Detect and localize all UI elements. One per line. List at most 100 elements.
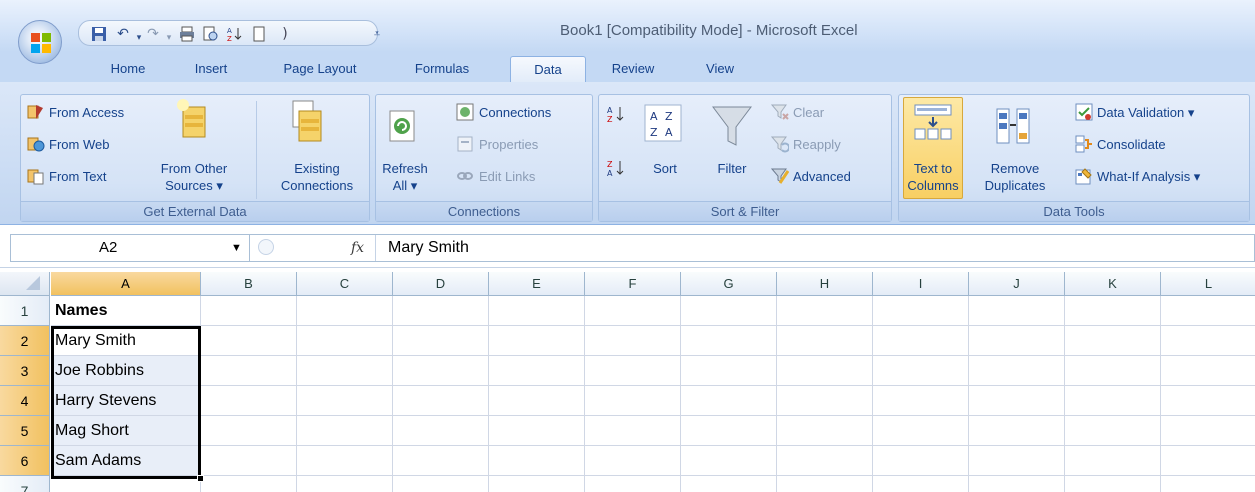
- cell-b1[interactable]: [201, 296, 297, 326]
- cell-j3[interactable]: [969, 356, 1065, 386]
- fill-handle[interactable]: [197, 475, 204, 482]
- cell-b5[interactable]: [201, 416, 297, 446]
- cell-l7[interactable]: [1161, 476, 1255, 492]
- cell-f2[interactable]: [585, 326, 681, 356]
- cell-g1[interactable]: [681, 296, 777, 326]
- cell-h4[interactable]: [777, 386, 873, 416]
- cell-h2[interactable]: [777, 326, 873, 356]
- row-header-7[interactable]: 7: [0, 476, 50, 492]
- consolidate-button[interactable]: Consolidate: [1097, 137, 1166, 152]
- cell-l1[interactable]: [1161, 296, 1255, 326]
- office-button[interactable]: [18, 20, 62, 64]
- cell-a7[interactable]: [51, 476, 201, 492]
- cell-h3[interactable]: [777, 356, 873, 386]
- cell-i2[interactable]: [873, 326, 969, 356]
- cell-c7[interactable]: [297, 476, 393, 492]
- row-header-1[interactable]: 1: [0, 296, 50, 326]
- cell-k1[interactable]: [1065, 296, 1161, 326]
- cell-k7[interactable]: [1065, 476, 1161, 492]
- cell-c3[interactable]: [297, 356, 393, 386]
- existing-connections-label-1[interactable]: Existing: [267, 161, 367, 176]
- cell-j5[interactable]: [969, 416, 1065, 446]
- cell-c1[interactable]: [297, 296, 393, 326]
- cell-h7[interactable]: [777, 476, 873, 492]
- cell-f6[interactable]: [585, 446, 681, 476]
- cell-h5[interactable]: [777, 416, 873, 446]
- from-web-button[interactable]: From Web: [49, 137, 109, 152]
- formula-bar-resize-icon[interactable]: [258, 239, 274, 255]
- column-header-l[interactable]: L: [1161, 272, 1255, 296]
- cell-c4[interactable]: [297, 386, 393, 416]
- name-box[interactable]: A2 ▼: [10, 234, 250, 262]
- undo-icon[interactable]: ↶: [115, 26, 131, 42]
- cell-l5[interactable]: [1161, 416, 1255, 446]
- tab-page-layout[interactable]: Page Layout: [272, 56, 368, 82]
- cell-g5[interactable]: [681, 416, 777, 446]
- cell-g3[interactable]: [681, 356, 777, 386]
- cell-b3[interactable]: [201, 356, 297, 386]
- row-header-5[interactable]: 5: [0, 416, 50, 446]
- remove-duplicates-label-1[interactable]: Remove: [979, 161, 1051, 176]
- clear-button[interactable]: Clear: [793, 105, 824, 120]
- from-other-sources-label-2[interactable]: Sources ▾: [159, 178, 229, 193]
- worksheet-grid[interactable]: ABCDEFGHIJKL 1234567 Names Mary Smith Joe …: [0, 268, 1255, 492]
- cell-g4[interactable]: [681, 386, 777, 416]
- tab-data[interactable]: Data: [510, 56, 586, 82]
- advanced-button[interactable]: Advanced: [793, 169, 851, 184]
- cell-i5[interactable]: [873, 416, 969, 446]
- sort-z-to-a-icon[interactable]: ZA: [607, 159, 625, 177]
- filter-button[interactable]: Filter: [711, 161, 753, 176]
- customize-qat-icon[interactable]: ⩡: [369, 26, 385, 42]
- column-header-a[interactable]: A: [51, 272, 201, 296]
- cell-b4[interactable]: [201, 386, 297, 416]
- cell-e3[interactable]: [489, 356, 585, 386]
- print-preview-icon[interactable]: [203, 26, 219, 42]
- column-header-j[interactable]: J: [969, 272, 1065, 296]
- cell-c2[interactable]: [297, 326, 393, 356]
- column-header-d[interactable]: D: [393, 272, 489, 296]
- cell-i3[interactable]: [873, 356, 969, 386]
- column-header-i[interactable]: I: [873, 272, 969, 296]
- tab-view[interactable]: View: [700, 56, 740, 82]
- row-header-3[interactable]: 3: [0, 356, 50, 386]
- redo-icon[interactable]: ↷: [145, 26, 161, 42]
- cell-a3[interactable]: Joe Robbins: [51, 356, 201, 386]
- reapply-button[interactable]: Reapply: [793, 137, 841, 152]
- cell-f7[interactable]: [585, 476, 681, 492]
- row-header-6[interactable]: 6: [0, 446, 50, 476]
- cell-a5[interactable]: Mag Short: [51, 416, 201, 446]
- cell-h6[interactable]: [777, 446, 873, 476]
- column-header-f[interactable]: F: [585, 272, 681, 296]
- cell-b2[interactable]: [201, 326, 297, 356]
- cell-e5[interactable]: [489, 416, 585, 446]
- cell-a2[interactable]: Mary Smith: [51, 326, 201, 356]
- cell-j2[interactable]: [969, 326, 1065, 356]
- cell-a1[interactable]: Names: [51, 296, 201, 326]
- refresh-all-label-1[interactable]: Refresh: [380, 161, 430, 176]
- cell-e2[interactable]: [489, 326, 585, 356]
- cell-d1[interactable]: [393, 296, 489, 326]
- cell-l2[interactable]: [1161, 326, 1255, 356]
- cell-h1[interactable]: [777, 296, 873, 326]
- cell-j7[interactable]: [969, 476, 1065, 492]
- cell-g2[interactable]: [681, 326, 777, 356]
- save-icon[interactable]: [91, 26, 107, 42]
- cell-j1[interactable]: [969, 296, 1065, 326]
- row-header-2[interactable]: 2: [0, 326, 50, 356]
- cell-k5[interactable]: [1065, 416, 1161, 446]
- cell-f4[interactable]: [585, 386, 681, 416]
- print-icon[interactable]: [179, 26, 195, 42]
- cell-l3[interactable]: [1161, 356, 1255, 386]
- column-header-b[interactable]: B: [201, 272, 297, 296]
- cell-a4[interactable]: Harry Stevens: [51, 386, 201, 416]
- sort-ascending-icon[interactable]: AZ: [227, 26, 243, 43]
- cell-d4[interactable]: [393, 386, 489, 416]
- cell-d7[interactable]: [393, 476, 489, 492]
- cell-b7[interactable]: [201, 476, 297, 492]
- properties-button[interactable]: Properties: [479, 137, 538, 152]
- column-header-h[interactable]: H: [777, 272, 873, 296]
- cell-i4[interactable]: [873, 386, 969, 416]
- formula-input-area[interactable]: fx Mary Smith: [250, 234, 1255, 262]
- insert-function-icon[interactable]: fx: [340, 235, 376, 261]
- cell-i7[interactable]: [873, 476, 969, 492]
